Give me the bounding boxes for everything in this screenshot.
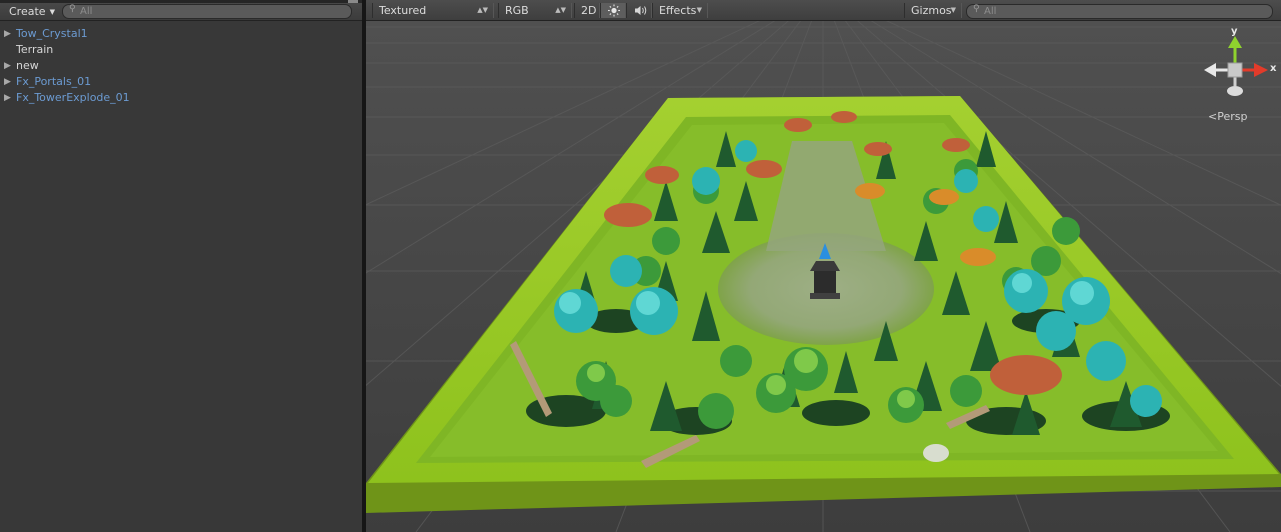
hierarchy-search-placeholder: All	[80, 6, 93, 17]
projection-label: Persp	[1217, 110, 1248, 123]
gizmo-x-label: x	[1270, 63, 1277, 74]
gizmos-label: Gizmos	[911, 4, 952, 17]
scene-toolbar: Textured ▲▼ RGB ▲▼ 2D Effects ▼ Gizmos ▼…	[366, 0, 1281, 21]
panel-tab-strip	[0, 0, 362, 3]
render-mode-label: RGB	[505, 4, 529, 17]
chevron-left-icon: <	[1208, 110, 1218, 123]
hierarchy-item-label: Terrain	[16, 43, 54, 56]
gizmos-dropdown[interactable]: Gizmos ▼	[904, 3, 962, 18]
hierarchy-item-fx-towerexplode-01[interactable]: ▶ Fx_TowerExplode_01	[0, 90, 362, 106]
effects-dropdown[interactable]: Effects ▼	[652, 3, 708, 18]
hierarchy-item-label: Fx_Portals_01	[16, 75, 92, 88]
speaker-icon	[635, 6, 647, 15]
create-dropdown-button[interactable]: Create ▼	[4, 4, 60, 19]
effects-label: Effects	[659, 4, 697, 17]
panel-menu-handle[interactable]	[348, 0, 358, 3]
chevron-down-icon: ▼	[696, 6, 702, 14]
toggle-2d-label: 2D	[581, 4, 597, 17]
scene-viewport[interactable]	[366, 21, 1281, 532]
lighting-toggle-button[interactable]	[600, 3, 626, 18]
shading-mode-label: Textured	[379, 4, 427, 17]
hierarchy-panel: Create ▼ ⚲ All ▶ Tow_Crystal1 Terrain ▶ n…	[0, 0, 362, 532]
search-icon: ⚲	[69, 4, 76, 14]
scene-search-input[interactable]: ⚲ All	[966, 4, 1273, 19]
scene-view: Textured ▲▼ RGB ▲▼ 2D Effects ▼ Gizmos ▼…	[366, 0, 1281, 532]
hierarchy-item-label: Fx_TowerExplode_01	[16, 91, 130, 104]
hierarchy-item-new[interactable]: ▶ new	[0, 58, 362, 74]
shading-mode-dropdown[interactable]: Textured ▲▼	[372, 3, 494, 18]
scene-search-placeholder: All	[984, 6, 997, 17]
updown-arrows-icon: ▲▼	[477, 6, 488, 14]
projection-toggle[interactable]: <Persp	[1208, 110, 1247, 123]
expand-arrow-icon[interactable]: ▶	[4, 26, 11, 42]
audio-toggle-button[interactable]	[626, 3, 652, 18]
chevron-down-icon: ▼	[49, 8, 55, 16]
axis-gizmo-icon	[1204, 36, 1268, 96]
hierarchy-item-terrain[interactable]: Terrain	[0, 42, 362, 58]
hierarchy-item-label: Tow_Crystal1	[16, 27, 88, 40]
gizmo-y-label: y	[1231, 26, 1238, 37]
create-label: Create	[9, 5, 46, 18]
hierarchy-search-input[interactable]: ⚲ All	[62, 4, 352, 19]
hierarchy-item-tow-crystal1[interactable]: ▶ Tow_Crystal1	[0, 26, 362, 42]
render-mode-dropdown[interactable]: RGB ▲▼	[498, 3, 572, 18]
expand-arrow-icon[interactable]: ▶	[4, 58, 11, 74]
toggle-2d-button[interactable]: 2D	[574, 3, 600, 18]
hierarchy-toolbar: Create ▼ ⚲ All	[0, 0, 362, 21]
expand-arrow-icon[interactable]: ▶	[4, 74, 11, 90]
hierarchy-item-label: new	[16, 59, 39, 72]
search-icon: ⚲	[973, 4, 980, 14]
sun-icon	[608, 4, 620, 17]
chevron-down-icon: ▼	[950, 6, 956, 14]
updown-arrows-icon: ▲▼	[555, 6, 566, 14]
hierarchy-item-fx-portals-01[interactable]: ▶ Fx_Portals_01	[0, 74, 362, 90]
expand-arrow-icon[interactable]: ▶	[4, 90, 11, 106]
hierarchy-list: ▶ Tow_Crystal1 Terrain ▶ new ▶ Fx_Portal…	[0, 26, 362, 106]
